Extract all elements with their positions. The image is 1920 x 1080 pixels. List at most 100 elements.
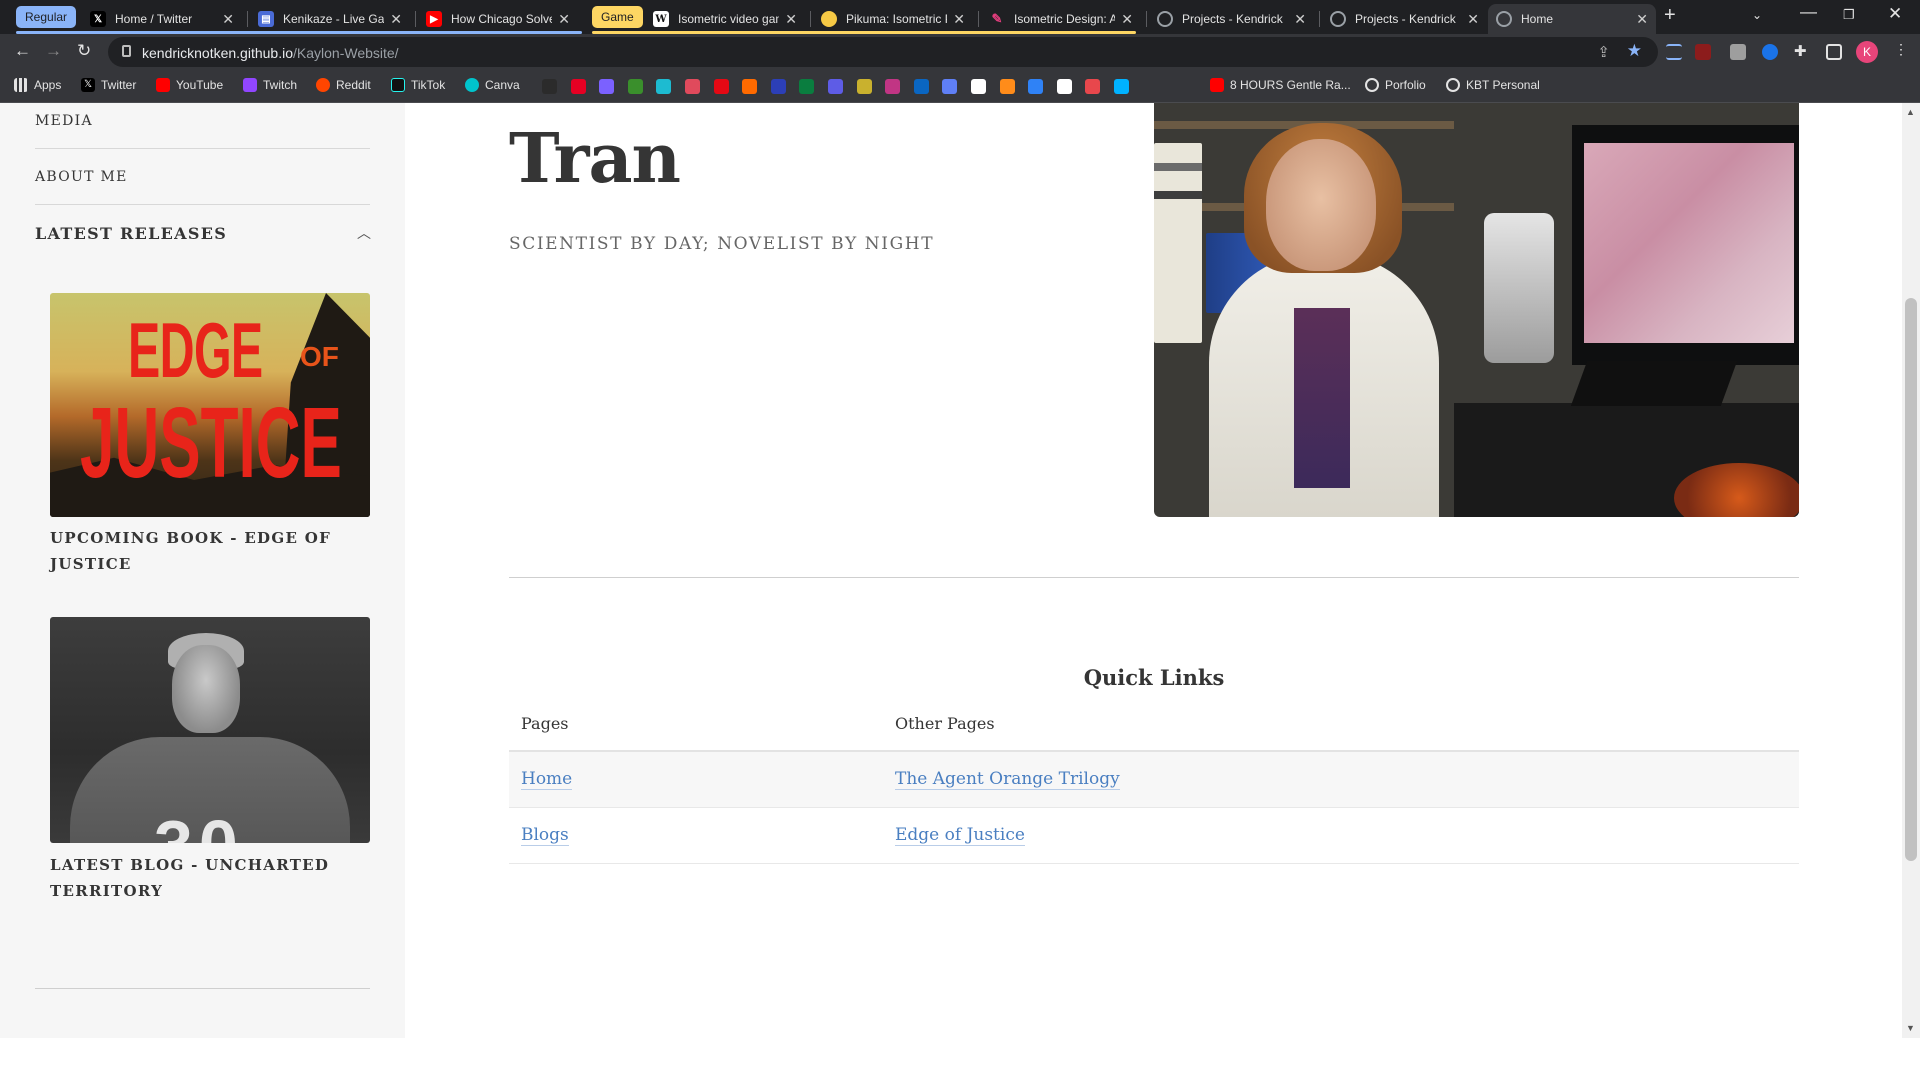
- bookmark-star-icon[interactable]: ★: [1627, 41, 1642, 61]
- keyboard-shape: [1570, 361, 1738, 406]
- uncharted-territory-blog-image[interactable]: 30: [50, 617, 370, 843]
- cover-title-text: EDGE: [128, 306, 263, 394]
- bookmark-icon[interactable]: [1056, 79, 1072, 94]
- reading-list-icon[interactable]: [1666, 44, 1682, 60]
- bookmark-icon[interactable]: [999, 79, 1015, 94]
- bookmark-tiktok[interactable]: TikTok: [391, 78, 445, 92]
- close-icon[interactable]: ✕: [222, 11, 234, 28]
- release-caption-blog[interactable]: LATEST BLOG - UNCHARTED TERRITORY: [50, 852, 350, 904]
- page-scrollbar[interactable]: ▲ ▼: [1902, 103, 1920, 1038]
- bookmark-icon[interactable]: [570, 79, 586, 94]
- share-icon[interactable]: ⇪: [1597, 43, 1610, 61]
- ublock-icon[interactable]: [1695, 44, 1711, 60]
- restore-button[interactable]: ❐: [1843, 7, 1855, 23]
- tab-group-game[interactable]: Game: [592, 6, 643, 28]
- bookmark-youtube[interactable]: YouTube: [156, 78, 223, 92]
- tab-group-regular[interactable]: Regular: [16, 6, 77, 28]
- tab-kenikaze[interactable]: ▤ Kenikaze - Live Gam ✕: [250, 4, 410, 34]
- browser-toolbar: ← → ↻ kendricknotken.github.io/Kaylon-We…: [0, 34, 1920, 70]
- close-icon[interactable]: ✕: [1294, 11, 1306, 28]
- bookmark-icon[interactable]: [1085, 79, 1101, 94]
- reload-icon[interactable]: ↻: [77, 41, 91, 61]
- bookmark-icon[interactable]: [599, 79, 615, 94]
- nav-link-media[interactable]: MEDIA: [35, 113, 370, 129]
- tab-isometric-wiki[interactable]: W Isometric video gam ✕: [645, 4, 805, 34]
- bookmark-icon[interactable]: [627, 79, 643, 94]
- forward-arrow-icon[interactable]: →: [45, 41, 62, 61]
- bookmark-porfolio[interactable]: Porfolio: [1365, 78, 1426, 92]
- close-icon[interactable]: ✕: [953, 11, 965, 28]
- close-icon[interactable]: ✕: [1467, 11, 1479, 28]
- release-caption-book[interactable]: UPCOMING BOOK - EDGE OF JUSTICE: [50, 525, 350, 577]
- bookmark-twitch[interactable]: Twitch: [243, 78, 297, 92]
- bookmark-twitter[interactable]: 𝕏 Twitter: [81, 78, 136, 92]
- bookmark-icon[interactable]: [942, 79, 958, 94]
- link-blogs[interactable]: Blogs: [521, 825, 569, 846]
- bookmark-icon[interactable]: [856, 79, 872, 94]
- tab-twitter[interactable]: 𝕏 Home / Twitter ✕: [82, 4, 242, 34]
- side-panel-icon[interactable]: [1826, 44, 1842, 60]
- bookmark-label: Twitch: [263, 78, 298, 92]
- tab-chicago[interactable]: ▶ How Chicago Solved ✕: [418, 4, 578, 34]
- tab-projects-2[interactable]: Projects - Kendrick ✕: [1322, 4, 1487, 34]
- link-edge-of-justice[interactable]: Edge of Justice: [895, 825, 1025, 846]
- pen-icon: ✎: [991, 11, 1003, 26]
- scrollbar-thumb[interactable]: [1905, 298, 1917, 861]
- kebab-menu-icon[interactable]: ⋮: [1894, 41, 1908, 58]
- bookmark-icon[interactable]: [913, 79, 929, 94]
- close-icon[interactable]: ✕: [1121, 11, 1133, 28]
- close-icon[interactable]: ✕: [390, 11, 402, 28]
- bookmark-icon[interactable]: [542, 79, 557, 94]
- tab-title: Isometric video gam: [678, 12, 780, 26]
- link-home[interactable]: Home: [521, 769, 573, 791]
- bookmark-icon[interactable]: [799, 79, 815, 94]
- bookmark-icon[interactable]: [971, 79, 986, 94]
- table-cell: The Agent Orange Trilogy: [883, 751, 1799, 808]
- tab-projects-1[interactable]: Projects - Kendrick ✕: [1149, 4, 1314, 34]
- extension-swirl-icon[interactable]: [1762, 44, 1778, 60]
- close-icon[interactable]: ✕: [1636, 11, 1648, 28]
- back-arrow-icon[interactable]: ←: [14, 41, 31, 61]
- bookmark-reddit[interactable]: Reddit: [316, 78, 371, 92]
- bookmark-icon[interactable]: [885, 79, 901, 94]
- minimize-button[interactable]: —: [1800, 2, 1817, 22]
- tab-isometric-design[interactable]: ✎ Isometric Design: A ✕: [981, 4, 1141, 34]
- tab-search-chevron-icon[interactable]: ⌄: [1752, 8, 1762, 22]
- bookmark-icon[interactable]: [828, 79, 843, 94]
- close-icon[interactable]: ✕: [785, 11, 797, 28]
- scroll-up-arrow-icon[interactable]: ▲: [1906, 107, 1915, 117]
- bookmark-apps[interactable]: Apps: [14, 78, 61, 92]
- new-tab-button[interactable]: +: [1664, 4, 1676, 27]
- bookmark-canva[interactable]: Canva: [465, 78, 520, 92]
- youtube-icon: ▶: [426, 11, 442, 27]
- x-logo-icon: 𝕏: [81, 78, 95, 92]
- bookmark-icon[interactable]: [1028, 79, 1044, 94]
- profile-avatar[interactable]: K: [1856, 41, 1878, 63]
- tab-pikuma[interactable]: Pikuma: Isometric P ✕: [813, 4, 973, 34]
- bookmark-icon[interactable]: [742, 79, 758, 94]
- url-text[interactable]: kendricknotken.github.io/Kaylon-Website/: [142, 45, 399, 61]
- bookmark-8-hours[interactable]: 8 HOURS Gentle Ra...: [1210, 78, 1351, 92]
- tab-strip: Regular 𝕏 Home / Twitter ✕ ▤ Kenikaze - …: [0, 0, 1920, 34]
- canva-icon: [465, 78, 479, 92]
- latest-releases-heading[interactable]: LATEST RELEASES: [35, 224, 227, 243]
- edge-of-justice-cover-image[interactable]: EDGE OF JUSTICE: [50, 293, 370, 517]
- address-bar[interactable]: kendricknotken.github.io/Kaylon-Website/…: [108, 37, 1658, 67]
- window-close-button[interactable]: ✕: [1888, 4, 1902, 24]
- bookmark-icon[interactable]: [713, 79, 729, 94]
- bookmarks-bar: Apps 𝕏 Twitter YouTube Twitch Reddit Tik…: [0, 70, 1920, 103]
- tab-title: Projects - Kendrick: [1355, 12, 1456, 26]
- extensions-puzzle-icon[interactable]: ✚: [1794, 42, 1807, 60]
- scroll-down-arrow-icon[interactable]: ▼: [1906, 1023, 1915, 1033]
- chevron-up-icon[interactable]: ︿: [357, 223, 371, 243]
- tab-home-active[interactable]: Home ✕: [1488, 4, 1656, 34]
- bookmark-icon[interactable]: [685, 79, 700, 94]
- close-icon[interactable]: ✕: [558, 11, 570, 28]
- bookmark-kbt-personal[interactable]: KBT Personal: [1446, 78, 1540, 92]
- bookmark-icon[interactable]: [656, 79, 672, 94]
- nav-link-about-me[interactable]: ABOUT ME: [35, 169, 370, 185]
- extension-k-icon[interactable]: [1730, 44, 1746, 60]
- bookmark-icon[interactable]: [770, 79, 786, 94]
- bookmark-icon[interactable]: [1114, 79, 1129, 94]
- link-agent-orange-trilogy[interactable]: The Agent Orange Trilogy: [895, 769, 1120, 791]
